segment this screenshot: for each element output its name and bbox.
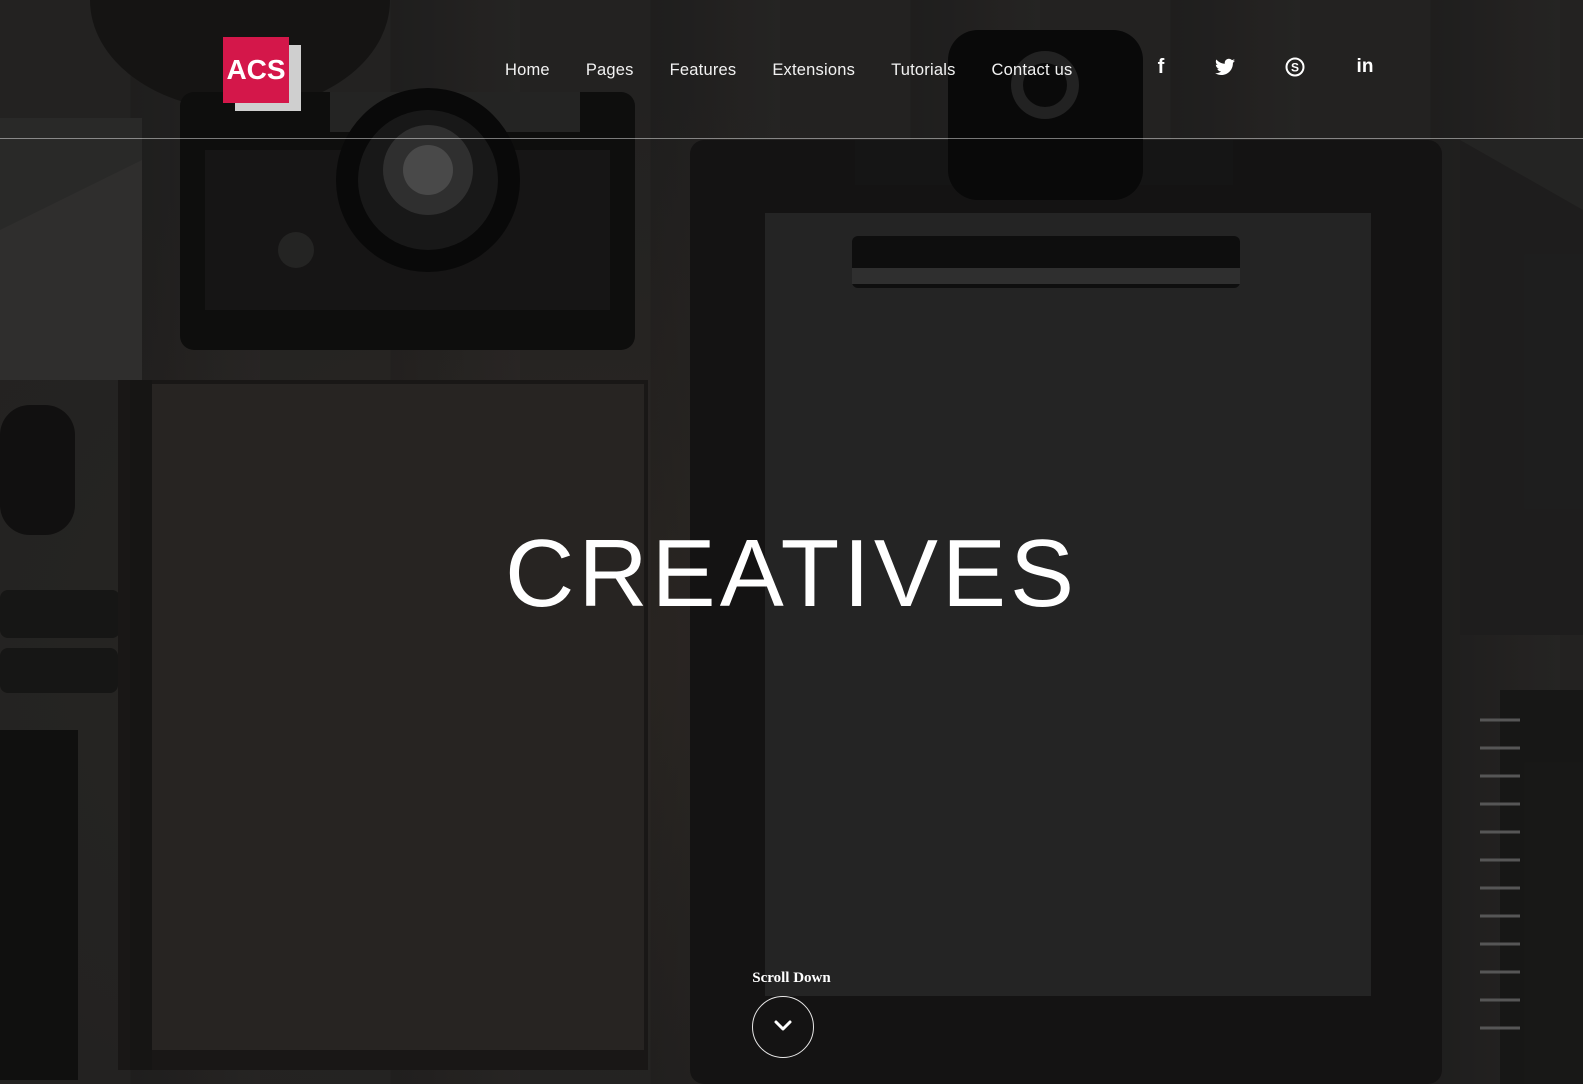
hero-title: CREATIVES xyxy=(505,520,1078,628)
main-nav: Home Pages Features Extensions Tutorials… xyxy=(505,61,1108,80)
facebook-icon[interactable]: f xyxy=(1146,52,1176,82)
linkedin-icon[interactable]: in xyxy=(1350,52,1380,82)
social-links: f S in xyxy=(1150,52,1390,82)
chevron-down-icon xyxy=(774,1020,792,1031)
twitter-icon[interactable] xyxy=(1210,52,1240,82)
logo-text: ACS xyxy=(223,37,289,103)
nav-item-home[interactable]: Home xyxy=(505,61,550,80)
site-header: ACS Home Pages Features Extensions Tutor… xyxy=(0,0,1583,139)
nav-item-features[interactable]: Features xyxy=(670,61,737,80)
svg-text:S: S xyxy=(1291,61,1299,75)
nav-item-pages[interactable]: Pages xyxy=(586,61,634,80)
header-divider xyxy=(0,138,1583,139)
nav-item-tutorials[interactable]: Tutorials xyxy=(891,61,955,80)
nav-item-extensions[interactable]: Extensions xyxy=(772,61,855,80)
nav-item-contact-us[interactable]: Contact us xyxy=(992,61,1073,80)
scroll-down-label: Scroll Down xyxy=(752,970,831,986)
scroll-down-button[interactable] xyxy=(752,996,814,1058)
site-logo[interactable]: ACS xyxy=(223,37,301,112)
skype-icon[interactable]: S xyxy=(1280,52,1310,82)
